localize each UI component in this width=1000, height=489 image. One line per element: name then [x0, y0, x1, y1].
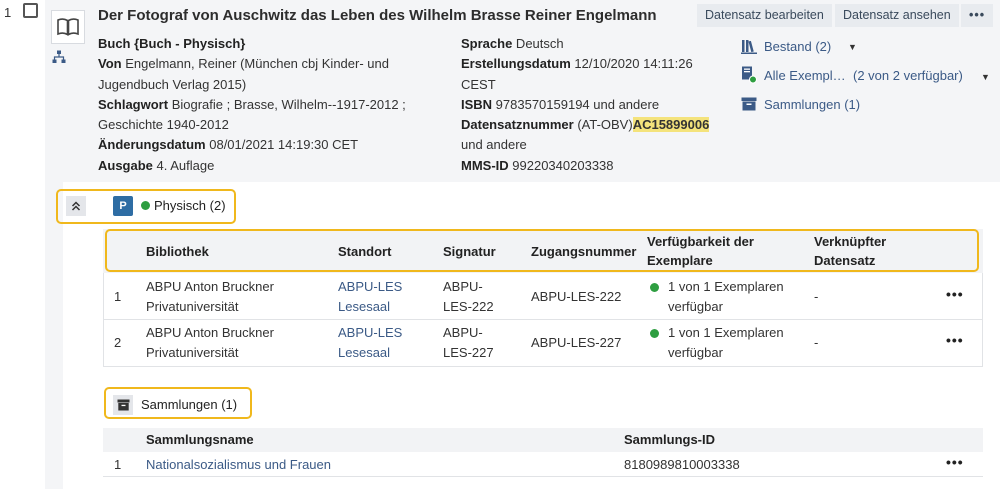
- item-availability-icon: [741, 66, 757, 84]
- created-date-value: 12/10/2020 14:11:26: [570, 56, 693, 72]
- record-number-prefix: (AT-OBV): [573, 117, 633, 133]
- view-record-button[interactable]: Datensatz ansehen: [835, 4, 959, 27]
- row-divider: [103, 476, 983, 477]
- row-more-button[interactable]: •••: [946, 286, 964, 302]
- collections-section-label[interactable]: Sammlungen (1): [141, 397, 237, 412]
- author-value-cont: Jugendbuch Verlag 2015): [98, 76, 247, 92]
- items-count[interactable]: (2 von 2 verfügbar): [853, 68, 963, 83]
- items-link[interactable]: Alle Exempl…: [741, 66, 846, 84]
- author-label: Von: [98, 56, 122, 72]
- created-date-tz: CEST: [461, 76, 496, 92]
- library-icon: [741, 38, 757, 54]
- accession-cell: ABPU-LES-222: [531, 289, 622, 304]
- edit-record-button[interactable]: Datensatz bearbeiten: [697, 4, 832, 27]
- modified-date-value: 08/01/2021 14:19:30 CET: [205, 137, 359, 153]
- format-label: Buch {Buch - Physisch}: [98, 36, 246, 51]
- double-chevron-up-icon: [71, 201, 81, 211]
- collections-section-icon[interactable]: [113, 395, 133, 415]
- row-more-button[interactable]: •••: [946, 332, 964, 348]
- col-header-location[interactable]: Standort: [338, 242, 391, 261]
- library-cell: ABPU Anton Bruckner Privatuniversität: [146, 279, 274, 314]
- collection-id-cell: 8180989810003338: [624, 457, 740, 472]
- edition-value: 4. Auflage: [152, 157, 215, 173]
- record-metadata-right: Sprache Deutsch Erstellungsdatum 12/10/2…: [461, 34, 726, 176]
- isbn-value: 9783570159194 und andere: [492, 96, 660, 112]
- holdings-dropdown-icon[interactable]: ▼: [848, 42, 857, 52]
- record-title[interactable]: Der Fotograf von Auschwitz das Leben des…: [98, 7, 657, 24]
- physical-count-label: Physisch (2): [154, 198, 226, 213]
- edition-label: Ausgabe: [98, 157, 153, 173]
- record-side-background: [45, 182, 63, 489]
- author-value: Engelmann, Reiner (München cbj Kinder- u…: [121, 56, 389, 72]
- available-dot-icon: [650, 283, 659, 292]
- location-link[interactable]: ABPU-LES Lesesaal: [338, 323, 402, 363]
- col-header-call-number[interactable]: Signatur: [443, 242, 496, 261]
- modified-date-label: Änderungsdatum: [98, 137, 206, 153]
- mms-id-value: 99220340203338: [508, 157, 614, 173]
- table-border-left: [103, 273, 104, 367]
- linked-record-cell: -: [814, 335, 819, 350]
- available-dot-icon: [650, 329, 659, 338]
- location-link[interactable]: ABPU-LES Lesesaal: [338, 277, 402, 317]
- collapse-section-button[interactable]: [66, 196, 86, 216]
- row-number: 2: [114, 335, 122, 350]
- record-number-value: AC15899006: [632, 117, 710, 133]
- items-dropdown-icon[interactable]: ▼: [981, 72, 990, 82]
- collections-link[interactable]: Sammlungen (1): [741, 96, 860, 112]
- call-number-cell: ABPU- LES-227: [443, 325, 494, 360]
- col-header-collection-id[interactable]: Sammlungs-ID: [624, 430, 715, 449]
- linked-record-cell: -: [814, 289, 819, 304]
- record-number-suffix: und andere: [461, 137, 527, 153]
- collection-name-link[interactable]: Nationalsozialismus und Frauen: [146, 455, 331, 475]
- more-actions-button[interactable]: •••: [961, 4, 994, 27]
- subject-value: Biografie ; Brasse, Wilhelm--1917-2012 ;: [168, 96, 406, 112]
- row-more-button[interactable]: •••: [946, 454, 964, 470]
- record-number-label: Datensatznummer: [461, 117, 574, 133]
- physical-section-label[interactable]: Physisch (2): [141, 198, 226, 213]
- holdings-label: Bestand (2): [764, 38, 832, 54]
- items-label: Alle Exempl…: [764, 67, 846, 83]
- call-number-cell: ABPU- LES-222: [443, 279, 494, 314]
- book-icon: [51, 10, 85, 44]
- col-header-availability[interactable]: Verfügbarkeit der Exemplare: [647, 232, 754, 270]
- subject-label: Schlagwort: [98, 96, 169, 112]
- row-divider: [103, 319, 983, 320]
- availability-cell: 1 von 1 Exemplaren verfügbar: [668, 279, 784, 314]
- col-header-library[interactable]: Bibliothek: [146, 242, 209, 261]
- col-header-accession[interactable]: Zugangsnummer: [531, 242, 636, 261]
- col-header-linked-record[interactable]: Verknüpfter Datensatz: [814, 232, 886, 270]
- availability-dot-icon: [141, 201, 150, 210]
- mms-id-label: MMS-ID: [461, 157, 509, 173]
- physical-badge: P: [113, 196, 133, 216]
- library-cell: ABPU Anton Bruckner Privatuniversität: [146, 325, 274, 360]
- table-border-right: [982, 273, 983, 367]
- record-metadata-left: Buch {Buch - Physisch} Von Engelmann, Re…: [98, 34, 448, 176]
- row-number: 1: [114, 457, 122, 472]
- language-label: Sprache: [461, 36, 513, 51]
- availability-cell: 1 von 1 Exemplaren verfügbar: [668, 325, 784, 360]
- archive-box-icon: [117, 399, 129, 411]
- row-number: 1: [114, 289, 122, 304]
- holdings-link[interactable]: Bestand (2): [741, 38, 831, 54]
- isbn-label: ISBN: [461, 96, 493, 112]
- created-date-label: Erstellungsdatum: [461, 56, 571, 72]
- collections-label: Sammlungen (1): [764, 96, 861, 112]
- subject-value-cont: Geschichte 1940-2012: [98, 117, 229, 133]
- record-select-checkbox[interactable]: [23, 3, 38, 18]
- col-header-collection-name[interactable]: Sammlungsname: [146, 430, 254, 449]
- row-divider: [103, 366, 983, 367]
- record-row-number: 1: [4, 5, 12, 20]
- language-value: Deutsch: [512, 36, 564, 51]
- hierarchy-icon[interactable]: [52, 50, 66, 64]
- accession-cell: ABPU-LES-227: [531, 335, 622, 350]
- archive-box-icon: [741, 96, 757, 112]
